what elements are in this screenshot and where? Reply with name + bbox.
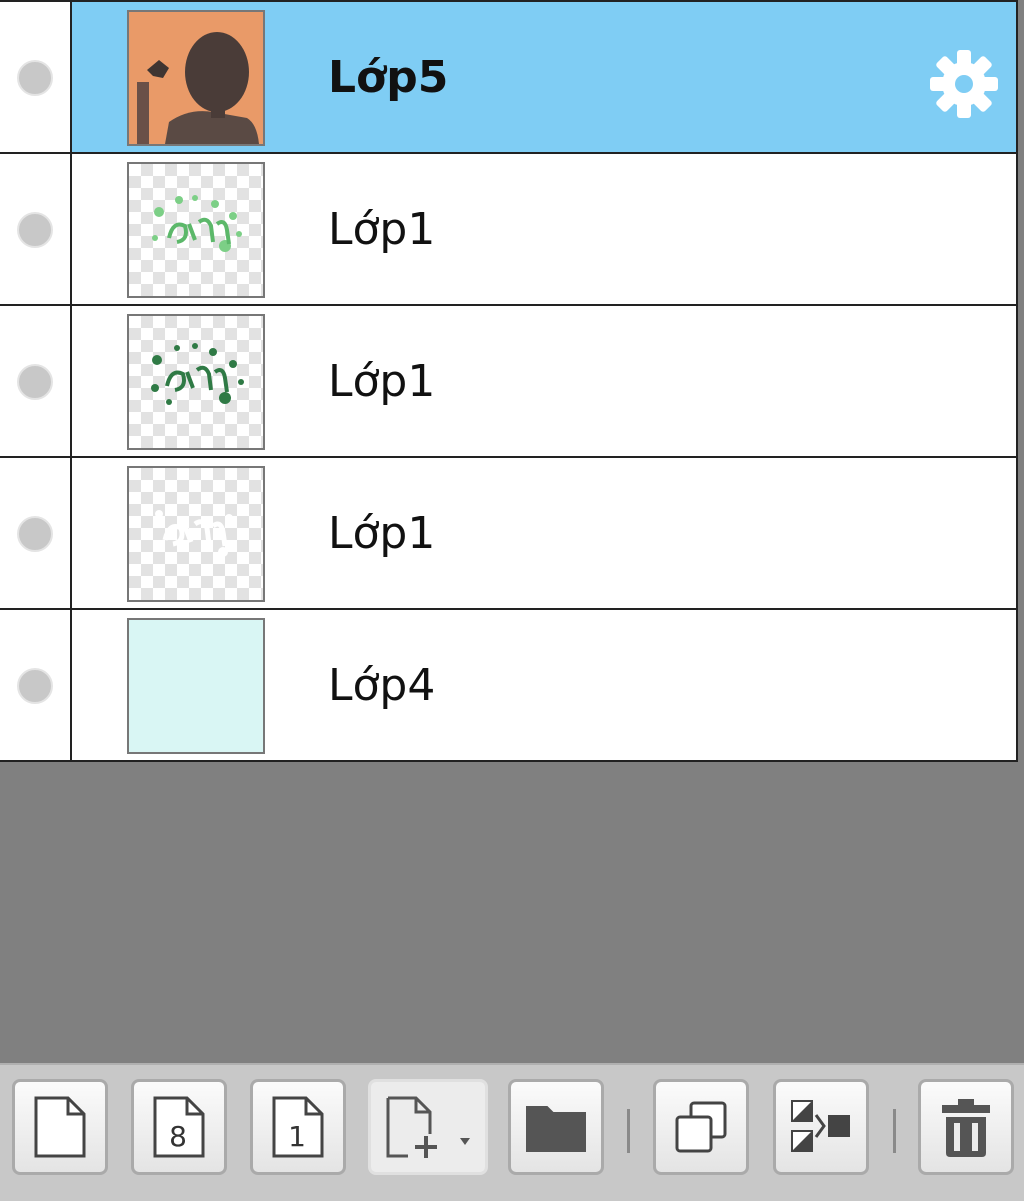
layer-row-lop1[interactable]: Lớp1 <box>0 306 1016 458</box>
layer-row-lop1[interactable]: Lớp1 <box>0 154 1016 306</box>
visibility-cell[interactable] <box>0 610 72 760</box>
layer-thumbnail <box>127 618 265 754</box>
white-lettering-thumbnail-icon <box>155 510 233 557</box>
new-layer-icon <box>34 1096 86 1158</box>
layer-toolbar: 8 1 <box>0 1063 1024 1201</box>
dark-green-lettering-thumbnail-icon <box>151 343 244 405</box>
duplicate-layer-icon <box>675 1101 727 1153</box>
new-layer-button[interactable] <box>12 1079 108 1175</box>
delete-layer-icon <box>942 1099 990 1157</box>
visibility-toggle-icon[interactable] <box>17 364 53 400</box>
layer-row-lop5[interactable]: Lớp5 <box>0 2 1016 154</box>
visibility-cell[interactable] <box>0 154 72 304</box>
layer-thumbnail <box>127 466 265 602</box>
layer-thumbnail <box>127 10 265 146</box>
layers-panel: Lớp5 Lớp1 Lớp1 Lớp1 Lớp4 8 1 <box>0 0 1024 1201</box>
new-8bit-layer-button[interactable]: 8 <box>131 1079 227 1175</box>
layer-name[interactable]: Lớp4 <box>328 610 435 762</box>
visibility-cell[interactable] <box>0 306 72 456</box>
new-8bit-layer-icon: 8 <box>153 1096 205 1158</box>
layer-thumbnail <box>127 162 265 298</box>
silhouette-thumbnail-icon <box>129 12 263 144</box>
layer-name[interactable]: Lớp1 <box>328 154 435 306</box>
svg-text:8: 8 <box>169 1120 187 1153</box>
visibility-toggle-icon[interactable] <box>17 516 53 552</box>
layer-name[interactable]: Lớp1 <box>328 306 435 458</box>
layer-row-lop4[interactable]: Lớp4 <box>0 610 1016 762</box>
toolbar-separator <box>893 1109 896 1153</box>
add-layer-menu-icon <box>386 1096 470 1158</box>
new-folder-icon <box>526 1106 586 1152</box>
layer-row-lop1[interactable]: Lớp1 <box>0 458 1016 610</box>
layer-name[interactable]: Lớp1 <box>328 458 435 610</box>
layer-list: Lớp5 Lớp1 Lớp1 Lớp1 Lớp4 <box>0 0 1018 762</box>
new-1bit-layer-button[interactable]: 1 <box>250 1079 346 1175</box>
toolbar-separator <box>627 1109 630 1153</box>
visibility-toggle-icon[interactable] <box>17 668 53 704</box>
merge-layer-button[interactable] <box>773 1079 869 1175</box>
delete-layer-button[interactable] <box>918 1079 1014 1175</box>
visibility-toggle-icon[interactable] <box>17 212 53 248</box>
layer-thumbnail <box>127 314 265 450</box>
new-folder-button[interactable] <box>508 1079 604 1175</box>
duplicate-layer-button[interactable] <box>653 1079 749 1175</box>
visibility-cell[interactable] <box>0 2 72 152</box>
new-1bit-layer-icon: 1 <box>272 1096 324 1158</box>
green-lettering-thumbnail-icon <box>152 195 242 252</box>
layer-settings-gear-icon[interactable] <box>928 48 1000 120</box>
visibility-cell[interactable] <box>0 458 72 608</box>
layer-name[interactable]: Lớp5 <box>328 2 448 154</box>
merge-layer-icon <box>791 1100 850 1152</box>
add-layer-menu-button[interactable] <box>368 1079 488 1175</box>
svg-text:1: 1 <box>288 1120 306 1153</box>
visibility-toggle-icon[interactable] <box>17 60 53 96</box>
